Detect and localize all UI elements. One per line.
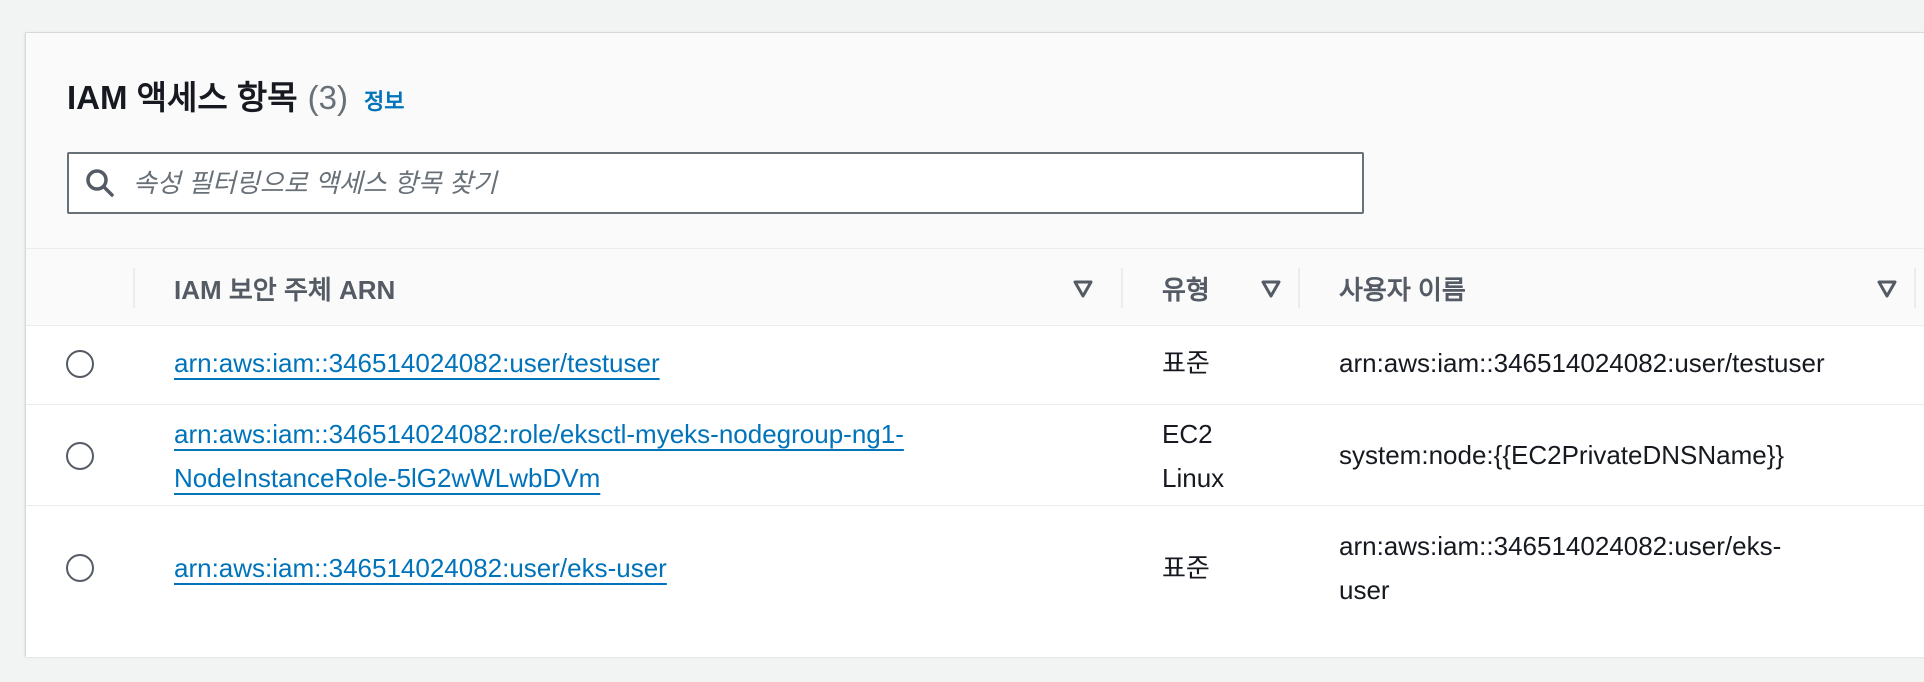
table-row[interactable]: arn:aws:iam::346514024082:role/eksctl-my… [26,405,1924,506]
row-select-radio[interactable] [66,442,94,470]
type-cell: 표준 [1162,553,1210,583]
row-select-radio[interactable] [66,350,94,378]
search-input[interactable] [133,167,1313,199]
table-row[interactable]: arn:aws:iam::346514024082:user/eks-user … [26,506,1924,657]
type-line: EC2 [1162,419,1213,449]
search-icon [83,166,117,200]
entry-count: (3) [307,79,348,116]
sort-icon[interactable] [1874,275,1900,301]
username-line: arn:aws:iam::346514024082:user/eks- [1339,531,1782,561]
search-field[interactable] [67,152,1364,214]
arn-cell: arn:aws:iam::346514024082:user/eks-user [174,546,667,590]
access-entries-panel: IAM 액세스 항목 (3) 정보 IAM 보안 주체 ARN 유형 사용자 [25,32,1924,657]
arn-cell: arn:aws:iam::346514024082:user/testuser [174,341,660,385]
column-divider [1914,268,1916,308]
info-link[interactable]: 정보 [364,84,404,116]
column-divider [133,268,135,308]
sort-icon[interactable] [1070,275,1096,301]
table-row[interactable]: arn:aws:iam::346514024082:user/testuser … [26,326,1924,405]
arn-link[interactable]: arn:aws:iam::346514024082:user/testuser [174,348,660,378]
column-divider [1121,268,1123,308]
type-cell: EC2 Linux [1162,412,1224,500]
column-header-username: 사용자 이름 [1339,274,1466,305]
panel-header: IAM 액세스 항목 (3) 정보 [26,33,1924,248]
row-select-radio[interactable] [66,554,94,582]
type-cell: 표준 [1162,348,1210,378]
arn-link[interactable]: arn:aws:iam::346514024082:role/eksctl-my… [174,419,904,449]
sort-icon[interactable] [1258,275,1284,301]
arn-link[interactable]: arn:aws:iam::346514024082:user/eks-user [174,553,667,583]
type-line: Linux [1162,463,1225,493]
title-row: IAM 액세스 항목 (3) 정보 [67,71,404,119]
table-header: IAM 보안 주체 ARN 유형 사용자 이름 [26,248,1924,326]
username-line: user [1339,575,1390,605]
username-cell: arn:aws:iam::346514024082:user/testuser [1339,348,1825,378]
arn-cell: arn:aws:iam::346514024082:role/eksctl-my… [174,412,904,500]
column-divider [1298,268,1300,308]
column-header-type: 유형 [1162,274,1210,305]
arn-link-continued[interactable]: NodeInstanceRole-5lG2wWLwbDVm [174,463,600,493]
page-title: IAM 액세스 항목 [67,79,298,116]
column-header-arn: IAM 보안 주체 ARN [174,274,396,305]
username-cell: system:node:{{EC2PrivateDNSName}} [1339,440,1785,470]
username-cell: arn:aws:iam::346514024082:user/eks- user [1339,524,1781,612]
